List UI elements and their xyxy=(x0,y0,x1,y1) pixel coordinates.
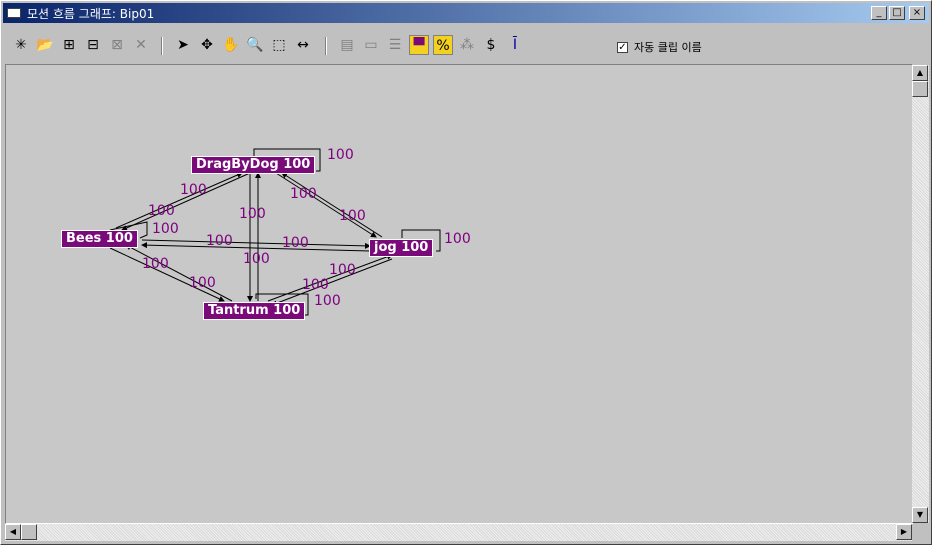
auto-clip-name-checkbox[interactable]: ✓ xyxy=(617,41,628,53)
edge-label[interactable]: 100 xyxy=(282,235,309,251)
edge-label[interactable]: 100 xyxy=(189,275,216,291)
window-title: 모션 흐름 그래프: Bip01 xyxy=(27,6,155,21)
title-bar[interactable]: 모션 흐름 그래프: Bip01 _ □ × xyxy=(3,3,929,23)
edge-label[interactable]: 100 xyxy=(314,293,341,309)
move-icon[interactable]: ✥ xyxy=(197,35,217,55)
minimize-button[interactable]: _ xyxy=(871,6,887,20)
rectangle-icon[interactable]: ▭ xyxy=(361,35,381,55)
properties-icon[interactable]: ▤ xyxy=(337,35,357,55)
clip-node-bees[interactable]: Bees 100 xyxy=(61,230,138,248)
resize-grip-icon[interactable] xyxy=(912,524,929,541)
scroll-left-icon[interactable]: ◀ xyxy=(5,524,21,540)
script-icon[interactable]: Ī xyxy=(505,35,525,55)
disabled-clip-icon[interactable]: ⊠ xyxy=(107,35,127,55)
help-list-icon[interactable]: ☰ xyxy=(385,35,405,55)
motion-flow-graph-window: 모션 흐름 그래프: Bip01 _ □ × ✳ 📂 ⊞ ⊟ ⊠ ✕ ➤ ✥ ✋… xyxy=(0,0,932,545)
open-file-icon[interactable]: 📂 xyxy=(35,35,55,55)
window-icon[interactable] xyxy=(7,8,21,18)
auto-clip-name-option[interactable]: ✓ 자동 클립 이름 xyxy=(617,39,702,55)
maximize-button[interactable]: □ xyxy=(889,6,905,20)
auto-clip-name-label: 자동 클립 이름 xyxy=(634,41,702,54)
scroll-right-icon[interactable]: ▶ xyxy=(896,524,912,540)
graph-canvas[interactable]: DragByDog 100 Bees 100 jog 100 Tantrum 1… xyxy=(5,64,913,524)
scroll-up-icon[interactable]: ▲ xyxy=(912,65,928,81)
create-clip-icon[interactable]: ✳ xyxy=(11,35,31,55)
edge-label[interactable]: 100 xyxy=(329,262,356,278)
edge-label[interactable]: 100 xyxy=(290,186,317,202)
horizontal-scrollbar[interactable]: ◀ ▶ xyxy=(5,524,912,541)
edge-label[interactable]: 100 xyxy=(243,251,270,267)
insert-transition-icon[interactable]: ⊟ xyxy=(83,35,103,55)
shared-motion-icon[interactable]: ⁂ xyxy=(457,35,477,55)
select-random-start-icon[interactable]: ▀ xyxy=(409,35,429,55)
edge-label[interactable]: 100 xyxy=(327,147,354,163)
transition-lines xyxy=(109,148,441,316)
edge-label[interactable]: 100 xyxy=(444,231,471,247)
clip-node-tantrum[interactable]: Tantrum 100 xyxy=(203,302,306,320)
dollar-icon[interactable]: $ xyxy=(481,35,501,55)
toolbar: ✳ 📂 ⊞ ⊟ ⊠ ✕ ➤ ✥ ✋ 🔍 ⬚ ↔ ▤ ▭ ☰ ▀ % ⁂ $ Ī … xyxy=(3,25,929,63)
edge-label[interactable]: 100 xyxy=(239,206,266,222)
select-arrow-icon[interactable]: ➤ xyxy=(173,35,193,55)
close-button[interactable]: × xyxy=(909,6,925,20)
edge-label[interactable]: 100 xyxy=(142,256,169,272)
clip-node-dragbydog[interactable]: DragByDog 100 xyxy=(191,156,316,174)
edge-label[interactable]: 100 xyxy=(339,208,366,224)
edge-label[interactable]: 100 xyxy=(180,182,207,198)
insert-clip-icon[interactable]: ⊞ xyxy=(59,35,79,55)
vertical-scroll-thumb[interactable] xyxy=(912,81,928,97)
vertical-scrollbar[interactable]: ▲ ▼ xyxy=(912,65,929,523)
horizontal-scroll-thumb[interactable] xyxy=(21,524,37,540)
zoom-region-icon[interactable]: ⬚ xyxy=(269,35,289,55)
edge-label[interactable]: 100 xyxy=(206,233,233,249)
delete-icon[interactable]: ✕ xyxy=(131,35,151,55)
clip-node-jog[interactable]: jog 100 xyxy=(369,239,434,257)
percent-icon[interactable]: % xyxy=(433,35,453,55)
pan-hand-icon[interactable]: ✋ xyxy=(221,35,241,55)
scroll-down-icon[interactable]: ▼ xyxy=(912,507,928,523)
edge-label[interactable]: 100 xyxy=(302,277,329,293)
edge-label[interactable]: 100 xyxy=(148,203,175,219)
edge-label[interactable]: 100 xyxy=(152,221,179,237)
zoom-icon[interactable]: 🔍 xyxy=(245,35,265,55)
zoom-extents-icon[interactable]: ↔ xyxy=(293,35,313,55)
